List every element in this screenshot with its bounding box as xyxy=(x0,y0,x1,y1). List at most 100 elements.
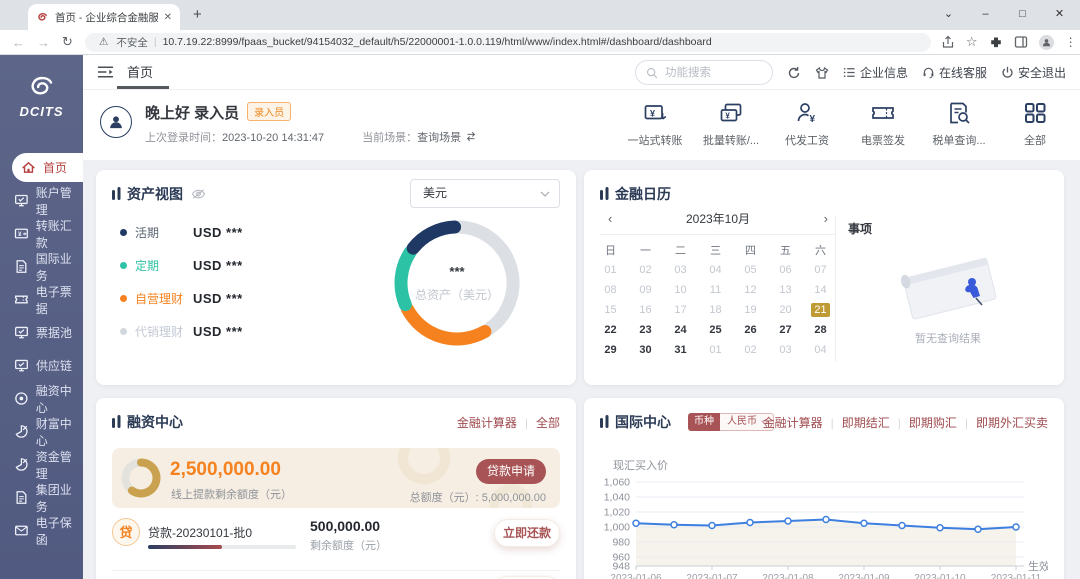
sidebar-item-eguarantee[interactable]: 电子保函 xyxy=(0,514,83,547)
calendar-next-icon[interactable]: › xyxy=(824,208,828,230)
calendar-day[interactable]: 01 xyxy=(593,260,628,280)
collapse-menu-icon[interactable] xyxy=(97,65,114,79)
calendar-day[interactable]: 05 xyxy=(733,260,768,280)
calendar-day[interactable]: 09 xyxy=(628,280,663,300)
calendar-day[interactable]: 04 xyxy=(803,340,838,360)
asset-donut xyxy=(382,208,532,358)
sidebar-item-transfer[interactable]: ¥转账汇款 xyxy=(0,217,83,250)
calendar-day[interactable]: 29 xyxy=(593,340,628,360)
window-maximize-icon[interactable]: □ xyxy=(1004,0,1041,30)
calendar-day[interactable]: 27 xyxy=(768,320,803,340)
calendar-day[interactable]: 18 xyxy=(698,300,733,320)
quick-action-ebill-issue[interactable]: 电票签发 xyxy=(854,100,912,148)
sidebar-item-funds[interactable]: 资金管理 xyxy=(0,448,83,481)
calendar-day[interactable]: 23 xyxy=(628,320,663,340)
coin-icon xyxy=(14,391,29,406)
sidebar-item-supplychain[interactable]: 供应链 xyxy=(0,349,83,382)
international-link-3[interactable]: 即期外汇买卖 xyxy=(976,414,1048,431)
legend-row: 定期USD *** xyxy=(120,249,243,282)
international-link-1[interactable]: 即期结汇 xyxy=(842,414,890,431)
scene-switch-icon[interactable] xyxy=(465,131,477,142)
bookmark-star-icon[interactable]: ☆ xyxy=(966,34,978,50)
window-close-icon[interactable]: ✕ xyxy=(1041,0,1078,30)
forward-icon[interactable]: → xyxy=(37,35,50,50)
calendar-day[interactable]: 02 xyxy=(628,260,663,280)
sidebar-item-group[interactable]: 集团业务 xyxy=(0,481,83,514)
side-panel-icon[interactable] xyxy=(1014,35,1028,49)
calendar-day[interactable]: 13 xyxy=(768,280,803,300)
calendar-day[interactable]: 15 xyxy=(593,300,628,320)
calendar-day-selected[interactable]: 21 xyxy=(803,300,838,320)
sidebar-item-account[interactable]: 账户管理 xyxy=(0,184,83,217)
currency-dropdown[interactable]: 美元 xyxy=(410,179,560,208)
sidebar-item-billpool[interactable]: 票据池 xyxy=(0,316,83,349)
onestop-icon: ¥ xyxy=(642,100,668,126)
sidebar-item-international[interactable]: 国际业务 xyxy=(0,250,83,283)
calendar-day[interactable]: 30 xyxy=(628,340,663,360)
browser-profile-avatar[interactable] xyxy=(1039,35,1054,50)
search-input[interactable] xyxy=(663,66,753,80)
quick-action-salary-payment[interactable]: ¥代发工资 xyxy=(778,100,836,148)
sidebar-item-wealth[interactable]: 财富中心 xyxy=(0,415,83,448)
new-tab-button[interactable]: + xyxy=(193,4,202,26)
calendar-day[interactable]: 31 xyxy=(663,340,698,360)
svg-text:¥: ¥ xyxy=(725,112,730,121)
eye-off-icon[interactable] xyxy=(191,188,206,200)
legend-value: USD *** xyxy=(193,258,243,273)
calendar-day[interactable]: 03 xyxy=(768,340,803,360)
calendar-day[interactable]: 20 xyxy=(768,300,803,320)
calendar-day[interactable]: 16 xyxy=(628,300,663,320)
calendar-day[interactable]: 14 xyxy=(803,280,838,300)
calendar-day[interactable]: 04 xyxy=(698,260,733,280)
calendar-day[interactable]: 11 xyxy=(698,280,733,300)
url-bar[interactable]: ⚠ 不安全 | 10.7.19.22:8999/fpaas_bucket/941… xyxy=(85,33,931,52)
safe-logout-button[interactable]: 安全退出 xyxy=(1001,64,1066,81)
calendar-day[interactable]: 03 xyxy=(663,260,698,280)
repay-now-button[interactable]: 立即还款 xyxy=(494,519,560,547)
browser-tab[interactable]: 首页 - 企业综合金融服务平台 ✕ xyxy=(28,4,180,30)
quota-ring-chart xyxy=(120,457,162,499)
calendar-day[interactable]: 07 xyxy=(803,260,838,280)
refresh-icon[interactable] xyxy=(787,66,801,80)
quick-action-tax-query[interactable]: 税单查询... xyxy=(930,100,988,148)
window-minimize-icon[interactable]: – xyxy=(967,0,1004,30)
international-link-2[interactable]: 即期购汇 xyxy=(909,414,957,431)
reload-icon[interactable]: ↻ xyxy=(62,34,73,50)
online-service-button[interactable]: 在线客服 xyxy=(922,64,987,81)
calendar-day[interactable]: 22 xyxy=(593,320,628,340)
loan-apply-button[interactable]: 贷款申请 xyxy=(476,459,546,484)
financing-link-1[interactable]: 全部 xyxy=(536,414,560,431)
calendar-day[interactable]: 10 xyxy=(663,280,698,300)
international-link-0[interactable]: 金融计算器 xyxy=(763,414,823,431)
calendar-day[interactable]: 24 xyxy=(663,320,698,340)
sidebar-item-financing[interactable]: 融资中心 xyxy=(0,382,83,415)
quick-action-batch-transfer[interactable]: ¥批量转账/... xyxy=(702,100,760,148)
sidebar-item-home[interactable]: 首页 xyxy=(12,153,83,182)
theme-skin-icon[interactable] xyxy=(815,66,829,80)
tab-home[interactable]: 首页 xyxy=(127,55,153,90)
calendar-day[interactable]: 25 xyxy=(698,320,733,340)
share-icon[interactable] xyxy=(941,35,955,49)
quick-action-all[interactable]: 全部 xyxy=(1006,100,1064,148)
calendar-day[interactable]: 02 xyxy=(733,340,768,360)
sidebar-item-ebill[interactable]: 电子票据 xyxy=(0,283,83,316)
current-scene[interactable]: 当前场景：查询场景 xyxy=(362,129,477,145)
window-chevron-icon[interactable]: ⌄ xyxy=(930,0,967,30)
calendar-day[interactable]: 12 xyxy=(733,280,768,300)
company-info-button[interactable]: 企业信息 xyxy=(843,64,908,81)
calendar-day[interactable]: 06 xyxy=(768,260,803,280)
back-icon[interactable]: ← xyxy=(12,35,25,50)
calendar-day[interactable]: 17 xyxy=(663,300,698,320)
function-search[interactable] xyxy=(635,60,773,85)
quick-action-onestop-transfer[interactable]: ¥一站式转账 xyxy=(626,100,684,148)
tab-close-icon[interactable]: ✕ xyxy=(164,12,172,23)
remaining-quota-label: 线上提款剩余额度（元） xyxy=(171,486,292,502)
extension-puzzle-icon[interactable] xyxy=(989,35,1003,49)
calendar-day[interactable]: 28 xyxy=(803,320,838,340)
browser-menu-icon[interactable]: ⋮ xyxy=(1065,35,1077,49)
calendar-day[interactable]: 19 xyxy=(733,300,768,320)
calendar-day[interactable]: 26 xyxy=(733,320,768,340)
calendar-day[interactable]: 01 xyxy=(698,340,733,360)
calendar-day[interactable]: 08 xyxy=(593,280,628,300)
financing-link-0[interactable]: 金融计算器 xyxy=(457,414,517,431)
